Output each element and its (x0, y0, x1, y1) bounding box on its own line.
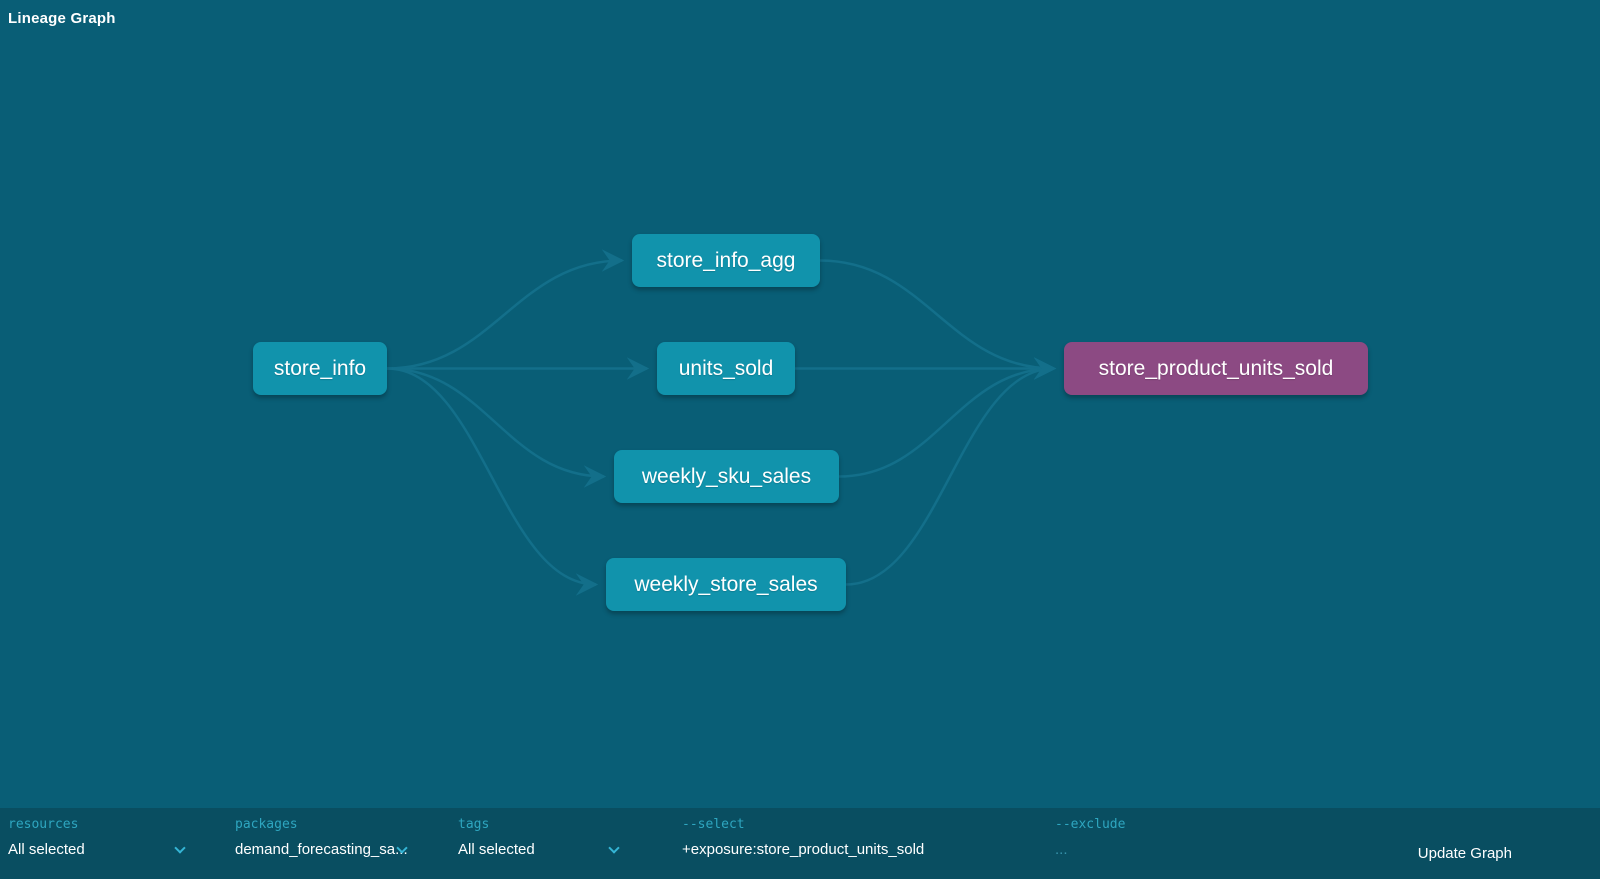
packages-value: demand_forecasting_sa... (235, 841, 408, 858)
filter-bar: resources All selected packages demand_f… (0, 808, 1600, 879)
tags-value: All selected (458, 841, 535, 858)
graph-edge-store_info-to-store_info_agg (387, 261, 622, 369)
graph-edge-store_info_agg-to-store_product_units_sold (820, 261, 1054, 369)
update-graph-button[interactable]: Update Graph (1418, 845, 1512, 862)
packages-label: packages (235, 817, 420, 832)
graph-node-weekly_sku_sales[interactable]: weekly_sku_sales (614, 450, 839, 503)
filter-field-resources: resources All selected (8, 817, 184, 858)
chevron-down-icon (174, 842, 185, 853)
select-input[interactable]: +exposure:store_product_units_sold (682, 841, 1012, 858)
resources-label: resources (8, 817, 184, 832)
graph-node-store_info[interactable]: store_info (253, 342, 387, 395)
lineage-canvas[interactable]: store_info store_info_agg units_soldweekly… (0, 0, 1600, 808)
graph-node-store_info_agg[interactable]: store_info_agg (632, 234, 820, 287)
filter-field-select: --select +exposure:store_product_units_s… (682, 817, 1012, 858)
graph-edge-weekly_store_sales-to-store_product_units_sold (846, 369, 1054, 585)
graph-node-weekly_store_sales[interactable]: weekly_store_sales (606, 558, 846, 611)
graph-edge-weekly_sku_sales-to-store_product_units_sold (839, 369, 1054, 477)
edge-layer (0, 0, 1600, 808)
resources-value: All selected (8, 841, 85, 858)
filter-field-packages: packages demand_forecasting_sa... (235, 817, 420, 858)
chevron-down-icon (608, 842, 619, 853)
tags-label: tags (458, 817, 618, 832)
graph-node-units_sold[interactable]: units_sold (657, 342, 795, 395)
filter-field-exclude: --exclude ... (1055, 817, 1305, 858)
tags-dropdown[interactable]: All selected (458, 841, 618, 858)
resources-dropdown[interactable]: All selected (8, 841, 184, 858)
graph-node-store_product_units_sold[interactable]: store_product_units_sold (1064, 342, 1368, 395)
graph-edge-store_info-to-weekly_sku_sales (387, 369, 604, 477)
filter-field-tags: tags All selected (458, 817, 618, 858)
exclude-label: --exclude (1055, 817, 1305, 832)
graph-edge-store_info-to-weekly_store_sales (387, 369, 596, 585)
select-label: --select (682, 817, 1012, 832)
exclude-input[interactable]: ... (1055, 841, 1305, 858)
packages-dropdown[interactable]: demand_forecasting_sa... (235, 841, 420, 858)
